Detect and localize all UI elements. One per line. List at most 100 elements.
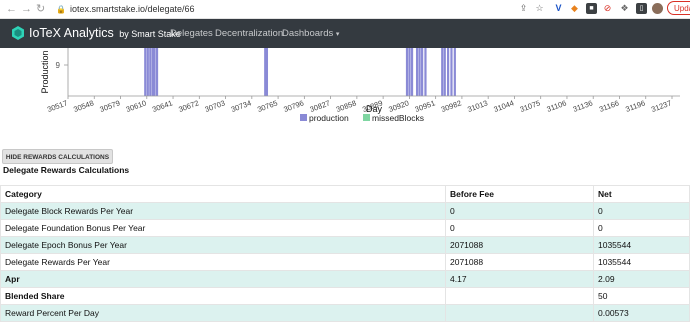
table-row: Delegate Foundation Bonus Per Year 0 0	[0, 219, 690, 237]
app-navbar: IoTeX Analytics by Smart Stake Delegates…	[0, 19, 690, 48]
before-fee-cell: 0	[445, 219, 594, 237]
bar-production	[418, 48, 421, 96]
nav-delegates[interactable]: Delegates	[170, 27, 213, 40]
back-icon[interactable]: ←	[6, 2, 17, 16]
x-tick-label: 30920	[387, 98, 410, 114]
x-tick-label: 30951	[414, 98, 437, 114]
block-icon[interactable]: ⊘	[602, 3, 613, 14]
bar-production	[408, 48, 411, 96]
forward-icon[interactable]: →	[21, 2, 32, 16]
x-tick-label: 31013	[466, 98, 489, 114]
bookmark-star-icon[interactable]: ☆	[534, 3, 545, 14]
bar-production	[146, 48, 149, 96]
legend-label-missedBlocks: missedBlocks	[372, 113, 424, 123]
url-text: iotex.smartstake.io/delegate/66	[69, 4, 195, 14]
reload-icon[interactable]: ↻	[36, 2, 45, 16]
table-row: Delegate Epoch Bonus Per Year 2071088 10…	[0, 236, 690, 254]
bar-production	[447, 48, 450, 96]
table-row: Apr 4.17 2.09	[0, 270, 690, 288]
bar-production	[155, 48, 159, 96]
iotex-logo-icon	[12, 26, 24, 40]
bar-production	[410, 48, 414, 96]
bar-production	[443, 48, 446, 96]
x-tick-label: 30610	[125, 98, 148, 114]
bar-production	[149, 48, 152, 96]
legend-swatch-production	[300, 114, 307, 121]
x-tick-label: 30579	[99, 98, 122, 114]
extension-dark-icon[interactable]: ■	[586, 3, 597, 14]
category-cell: Delegate Epoch Bonus Per Year	[0, 236, 446, 254]
bar-production	[421, 48, 424, 96]
address-bar[interactable]: 🔒 iotex.smartstake.io/delegate/66	[56, 2, 511, 16]
sidebar-icon[interactable]: ▯	[636, 3, 647, 14]
net-cell: 1035544	[593, 236, 690, 254]
browser-toolbar: ← → ↻ 🔒 iotex.smartstake.io/delegate/66 ⇪…	[0, 0, 690, 19]
puzzle-icon[interactable]: ❖	[619, 3, 630, 14]
table-header-row: Category Before Fee Net	[0, 185, 690, 203]
extension-v-icon[interactable]: V	[553, 3, 564, 14]
table-row: Blended Share 50	[0, 287, 690, 305]
bar-production	[405, 48, 409, 96]
x-ticks-group: 30517 30548 30579 30610 30641 30672 30703 30734…	[46, 96, 673, 114]
before-fee-cell	[445, 304, 594, 322]
bar-production	[144, 48, 147, 96]
metamask-icon[interactable]: ◆	[569, 3, 580, 14]
category-cell: Delegate Rewards Per Year	[0, 253, 446, 271]
col-header-category: Category	[0, 185, 446, 203]
legend-label-production: production	[309, 113, 349, 123]
before-fee-cell	[445, 287, 594, 305]
update-button[interactable]: Upda	[667, 1, 690, 15]
x-tick-label: 31044	[492, 98, 515, 114]
category-cell: Blended Share	[0, 287, 446, 305]
before-fee-cell: 0	[445, 202, 594, 220]
y-axis-label: Production	[40, 50, 50, 93]
x-tick-label: 31196	[624, 98, 646, 113]
nav-decentralization[interactable]: Decentralization	[215, 27, 283, 40]
net-cell: 50	[593, 287, 690, 305]
bar-production	[450, 48, 453, 96]
bars-group	[144, 48, 456, 96]
x-tick-label: 30827	[309, 98, 332, 114]
share-icon[interactable]: ⇪	[518, 3, 529, 14]
bar-production	[441, 48, 444, 96]
x-tick-label: 31136	[572, 98, 594, 113]
net-cell: 2.09	[593, 270, 690, 288]
rewards-section-title: Delegate Rewards Calculations	[3, 165, 130, 175]
legend-swatch-missedBlocks	[363, 114, 370, 121]
nav-dashboards-label: Dashboards	[282, 28, 334, 39]
x-tick-label: 30641	[151, 98, 174, 114]
chart-legend: production missedBlocks	[300, 113, 424, 123]
x-tick-label: 30703	[204, 98, 227, 114]
x-tick-label: 30765	[256, 98, 279, 114]
col-header-net: Net	[593, 185, 690, 203]
hide-rewards-button[interactable]: HIDE REWARDS CALCULATIONS	[2, 149, 113, 164]
nav-dashboards[interactable]: Dashboards ▾	[282, 27, 339, 41]
x-tick-label: 30796	[282, 98, 305, 114]
category-cell: Apr	[0, 270, 446, 288]
before-fee-cell: 4.17	[445, 270, 594, 288]
bar-production	[265, 48, 269, 96]
net-cell: 1035544	[593, 253, 690, 271]
net-cell: 0	[593, 202, 690, 220]
x-tick-label: 31106	[545, 98, 567, 113]
col-header-before-fee: Before Fee	[445, 185, 594, 203]
x-tick-label: 30982	[440, 98, 463, 114]
brand-title: IoTeX Analytics	[29, 26, 114, 40]
table-row: Reward Percent Per Day 0.00573	[0, 304, 690, 322]
x-tick-label: 30517	[46, 98, 69, 114]
y-tick-label: 9	[56, 61, 61, 70]
category-cell: Delegate Foundation Bonus Per Year	[0, 219, 446, 237]
bar-production	[453, 48, 456, 96]
table-row: Delegate Rewards Per Year 2071088 103554…	[0, 253, 690, 271]
before-fee-cell: 2071088	[445, 253, 594, 271]
bar-production	[415, 48, 419, 96]
x-tick-label: 30858	[335, 98, 358, 114]
bar-production	[153, 48, 156, 96]
x-tick-label: 31166	[598, 98, 620, 113]
avatar[interactable]	[652, 3, 663, 14]
net-cell: 0	[593, 219, 690, 237]
lock-icon: 🔒	[56, 5, 66, 14]
caret-down-icon: ▾	[335, 31, 340, 38]
brand-link[interactable]: IoTeX Analytics by Smart Stake	[29, 25, 181, 42]
net-cell: 0.00573	[593, 304, 690, 322]
